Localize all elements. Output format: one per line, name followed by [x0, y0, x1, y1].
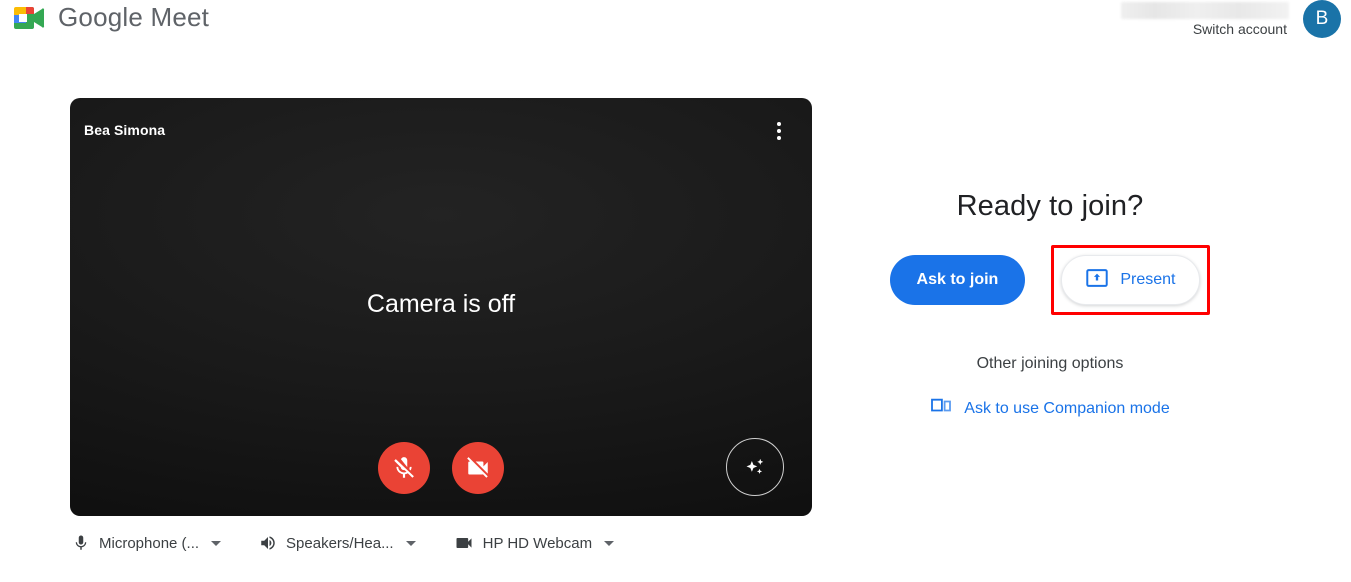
camera-off-icon [467, 457, 488, 478]
device-selector-row: Microphone (... Speakers/Hea... HP HD We… [72, 533, 652, 553]
avatar[interactable]: B [1303, 0, 1341, 38]
top-bar: Google Meet Switch account B [0, 0, 1351, 52]
speaker-device-selector[interactable]: Speakers/Hea... [259, 534, 416, 552]
camera-device-label: HP HD Webcam [482, 534, 593, 552]
ready-to-join-title: Ready to join? [956, 190, 1144, 222]
microphone-icon [72, 534, 90, 552]
speaker-device-label: Speakers/Hea... [286, 534, 394, 552]
google-meet-prejoin-page: Google Meet Switch account B Bea Simona … [0, 0, 1351, 582]
sparkles-effects-icon [746, 458, 764, 474]
present-button[interactable]: Present [1061, 255, 1201, 305]
more-options-vertical-icon[interactable] [766, 118, 792, 144]
chevron-down-icon [211, 540, 222, 546]
redacted-email [1121, 2, 1289, 19]
present-button-wrapper: Present [1051, 245, 1211, 315]
account-area: Switch account B [1121, 0, 1341, 38]
brand-name: Google Meet [58, 2, 210, 32]
camera-toggle-button[interactable] [452, 442, 504, 494]
ask-to-join-button[interactable]: Ask to join [889, 255, 1026, 305]
chevron-down-icon [405, 540, 416, 546]
speaker-icon [259, 534, 277, 552]
visual-effects-button[interactable] [726, 438, 784, 496]
preview-controls [70, 442, 812, 494]
switch-account-link[interactable]: Switch account [1193, 21, 1289, 37]
camera-device-selector[interactable]: HP HD Webcam [454, 533, 615, 553]
companion-mode-icon [930, 397, 952, 420]
video-preview-panel: Bea Simona Camera is off [70, 98, 812, 516]
google-meet-logo-icon [14, 6, 45, 29]
participant-name: Bea Simona [84, 122, 166, 138]
camera-icon [454, 533, 474, 553]
join-panel: Ready to join? Ask to join Present Other… [820, 190, 1280, 420]
microphone-muted-icon [394, 457, 414, 478]
brand: Google Meet [12, 2, 209, 33]
join-button-row: Ask to join Present [889, 245, 1211, 315]
chevron-down-icon [604, 540, 615, 546]
companion-mode-link[interactable]: Ask to use Companion mode [930, 397, 1170, 420]
microphone-device-selector[interactable]: Microphone (... [72, 534, 222, 552]
account-text: Switch account [1121, 0, 1289, 37]
camera-status-text: Camera is off [366, 290, 516, 318]
present-screen-icon [1086, 268, 1109, 292]
other-joining-options-label: Other joining options [976, 355, 1124, 372]
present-button-label: Present [1120, 271, 1176, 288]
companion-mode-label: Ask to use Companion mode [964, 399, 1170, 417]
microphone-device-label: Microphone (... [99, 534, 200, 552]
microphone-toggle-button[interactable] [378, 442, 430, 494]
